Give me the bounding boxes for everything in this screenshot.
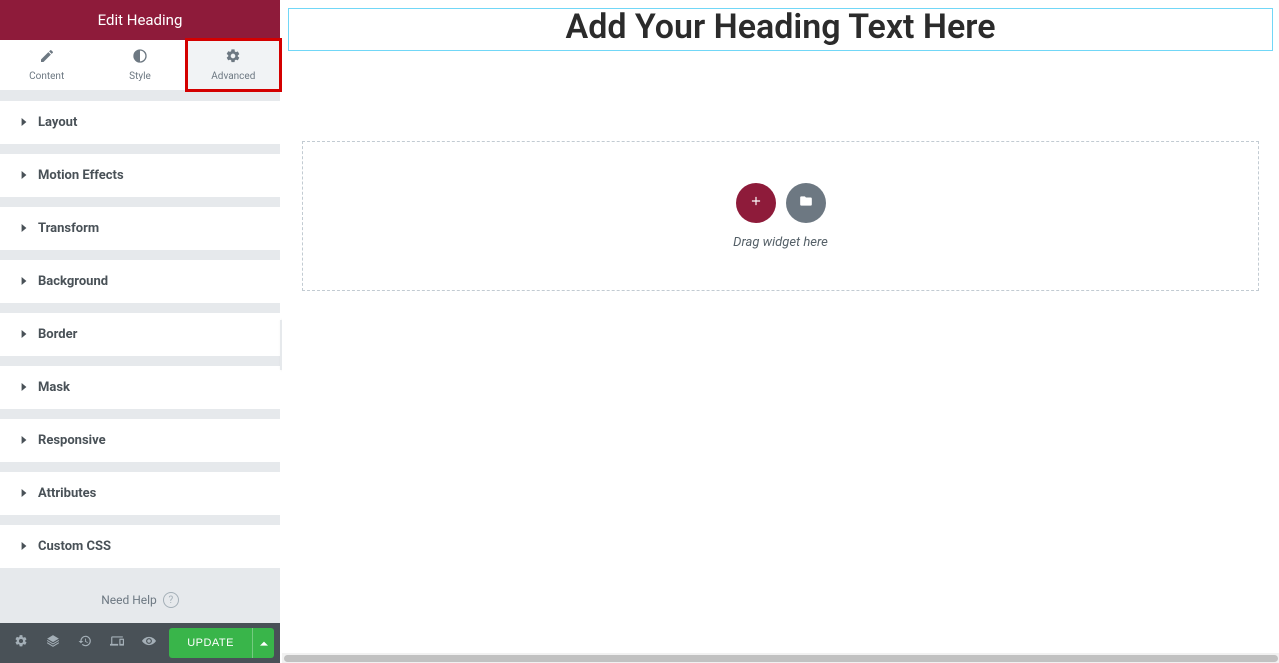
heading-text: Add Your Heading Text Here (299, 9, 1262, 46)
caret-right-icon (20, 539, 28, 554)
caret-right-icon (20, 327, 28, 342)
tab-label: Style (129, 71, 151, 82)
update-button[interactable]: UPDATE (169, 628, 252, 658)
panel-footer: UPDATE (0, 623, 280, 663)
gear-icon (225, 48, 241, 67)
section-border[interactable]: Border (0, 313, 280, 356)
section-motion-effects[interactable]: Motion Effects (0, 154, 280, 197)
drop-buttons (736, 183, 826, 223)
widgets-button[interactable] (246, 8, 270, 32)
caret-up-icon (260, 636, 268, 651)
section-label: Layout (38, 115, 77, 130)
caret-right-icon (20, 221, 28, 236)
section-label: Mask (38, 380, 70, 395)
tab-label: Content (29, 71, 64, 82)
section-label: Responsive (38, 433, 106, 448)
scrollbar-thumb[interactable] (284, 655, 1278, 662)
contrast-icon (132, 48, 148, 67)
caret-right-icon (20, 115, 28, 130)
history-icon (78, 634, 92, 652)
heading-widget[interactable]: Add Your Heading Text Here (288, 8, 1273, 51)
section-label: Border (38, 327, 77, 342)
section-label: Custom CSS (38, 539, 111, 554)
settings-button[interactable] (6, 628, 36, 658)
eye-icon (142, 634, 156, 652)
tab-advanced[interactable]: Advanced (187, 40, 280, 90)
add-section-button[interactable] (736, 183, 776, 223)
pencil-icon (39, 48, 55, 67)
devices-icon (110, 634, 124, 652)
add-section-zone[interactable]: Drag widget here (302, 141, 1259, 291)
add-template-button[interactable] (786, 183, 826, 223)
section-transform[interactable]: Transform (0, 207, 280, 250)
caret-right-icon (20, 274, 28, 289)
section-label: Attributes (38, 486, 96, 501)
editor-canvas[interactable]: Add Your Heading Text Here Drag widget h… (282, 0, 1279, 663)
caret-right-icon (20, 380, 28, 395)
need-help-label: Need Help (101, 593, 157, 607)
advanced-sections: Layout Motion Effects Transform Backgrou… (0, 91, 280, 623)
section-label: Background (38, 274, 108, 289)
responsive-button[interactable] (102, 628, 132, 658)
panel-title: Edit Heading (34, 11, 246, 29)
need-help-link[interactable]: Need Help ? (0, 578, 280, 622)
layers-icon (46, 634, 60, 652)
tab-label: Advanced (211, 71, 255, 82)
section-background[interactable]: Background (0, 260, 280, 303)
horizontal-scrollbar[interactable] (282, 653, 1279, 663)
preview-button[interactable] (134, 628, 164, 658)
update-options-button[interactable] (252, 628, 274, 658)
menu-button[interactable] (10, 8, 34, 32)
caret-right-icon (20, 433, 28, 448)
gear-icon (14, 634, 28, 652)
section-custom-css[interactable]: Custom CSS (0, 525, 280, 568)
section-layout[interactable]: Layout (0, 101, 280, 144)
tab-content[interactable]: Content (0, 40, 93, 90)
caret-right-icon (20, 486, 28, 501)
section-attributes[interactable]: Attributes (0, 472, 280, 515)
drop-hint: Drag widget here (733, 235, 828, 250)
editor-panel: Edit Heading Content Style Advanced (0, 0, 280, 663)
section-responsive[interactable]: Responsive (0, 419, 280, 462)
history-button[interactable] (70, 628, 100, 658)
section-mask[interactable]: Mask (0, 366, 280, 409)
navigator-button[interactable] (38, 628, 68, 658)
folder-icon (799, 194, 813, 212)
caret-right-icon (20, 168, 28, 183)
tab-style[interactable]: Style (93, 40, 186, 90)
tabs: Content Style Advanced (0, 40, 280, 91)
update-group: UPDATE (169, 628, 274, 658)
section-label: Motion Effects (38, 168, 124, 183)
section-label: Transform (38, 221, 99, 236)
plus-icon (749, 194, 763, 212)
panel-header: Edit Heading (0, 0, 280, 40)
question-icon: ? (163, 592, 179, 608)
